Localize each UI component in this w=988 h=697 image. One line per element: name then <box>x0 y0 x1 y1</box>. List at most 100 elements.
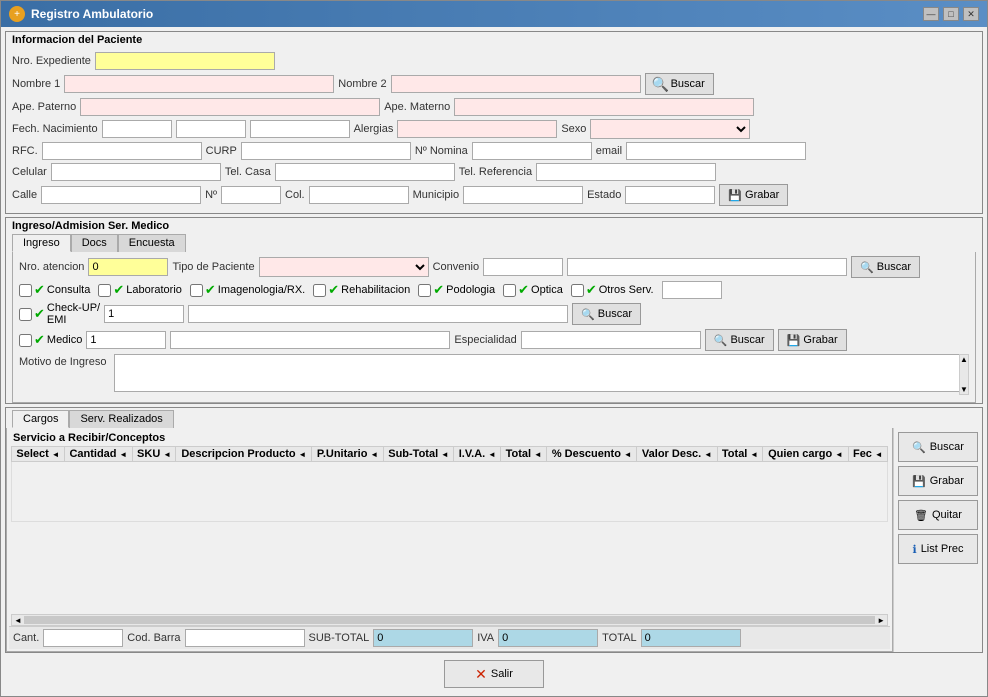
municipio-input[interactable] <box>463 186 583 204</box>
motivo-scrollbar[interactable]: ▲ ▼ <box>959 354 969 395</box>
optica-item[interactable]: ✔ Optica <box>503 282 563 298</box>
col-desc[interactable]: Descripcion Producto ◄ <box>176 447 312 462</box>
table-container[interactable]: Select ◄ Cantidad ◄ SKU ◄ Descripcion Pr… <box>11 446 888 614</box>
otros-checkbox[interactable] <box>571 284 584 297</box>
alergias-input[interactable] <box>397 120 557 138</box>
buscar-convenio-button[interactable]: 🔍 Buscar <box>851 256 920 278</box>
fech-d-input[interactable] <box>102 120 172 138</box>
grabar-cargos-button[interactable]: 💾 Grabar <box>898 466 978 496</box>
col-input[interactable] <box>309 186 409 204</box>
ape-paterno-input[interactable] <box>80 98 380 116</box>
consulta-item[interactable]: ✔ Consulta <box>19 282 90 298</box>
tab-serv-realizados[interactable]: Serv. Realizados <box>69 410 173 428</box>
podo-checkbox[interactable] <box>418 284 431 297</box>
fech-y-input[interactable] <box>250 120 350 138</box>
especialidad-input[interactable] <box>521 331 701 349</box>
buscar-cargos-button[interactable]: 🔍 Buscar <box>898 432 978 462</box>
tel-casa-label: Tel. Casa <box>225 166 271 178</box>
list-prec-button[interactable]: ℹ List Prec <box>898 534 978 564</box>
lab-checkbox[interactable] <box>98 284 111 297</box>
col-quien[interactable]: Quien cargo ◄ <box>763 447 848 462</box>
no-input[interactable] <box>221 186 281 204</box>
iva-value[interactable] <box>498 629 598 647</box>
col-cantidad[interactable]: Cantidad ◄ <box>64 447 132 462</box>
search-icon3: 🔍 <box>581 308 595 321</box>
tel-ref-input[interactable] <box>536 163 716 181</box>
ape-materno-input[interactable] <box>454 98 754 116</box>
col-sku[interactable]: SKU ◄ <box>132 447 176 462</box>
quitar-button[interactable]: 🗑 Quitar <box>898 500 978 530</box>
nombre-row: Nombre 1 Nombre 2 🔍 Buscar <box>12 73 976 95</box>
medico-item[interactable]: ✔ Medico <box>19 332 82 348</box>
col-valdesc[interactable]: Valor Desc. ◄ <box>637 447 717 462</box>
medico-name-input[interactable] <box>170 331 450 349</box>
subtotal-value[interactable] <box>373 629 473 647</box>
tel-casa-input[interactable] <box>275 163 455 181</box>
scroll-up[interactable]: ▲ <box>960 355 968 364</box>
nomina-input[interactable] <box>472 142 592 160</box>
podo-item[interactable]: ✔ Podologia <box>418 282 495 298</box>
consulta-checkbox[interactable] <box>19 284 32 297</box>
col-total[interactable]: Total ◄ <box>501 447 547 462</box>
tipo-paciente-select[interactable] <box>259 257 429 277</box>
cant-footer-input[interactable] <box>43 629 123 647</box>
col-select[interactable]: Select ◄ <box>12 447 65 462</box>
rehab-checkbox[interactable] <box>313 284 326 297</box>
motivo-textarea[interactable] <box>114 354 969 392</box>
imagen-checkbox[interactable] <box>190 284 203 297</box>
tab-cargos[interactable]: Cargos <box>12 410 69 428</box>
table-row <box>12 462 888 522</box>
lab-item[interactable]: ✔ Laboratorio <box>98 282 182 298</box>
imagen-item[interactable]: ✔ Imagenologia/RX. <box>190 282 305 298</box>
nro-atencion-input[interactable] <box>88 258 168 276</box>
convenio-input[interactable] <box>483 258 563 276</box>
tab-encuesta[interactable]: Encuesta <box>118 234 186 252</box>
rehab-item[interactable]: ✔ Rehabilitacion <box>313 282 410 298</box>
col-iva[interactable]: I.V.A. ◄ <box>454 447 501 462</box>
optica-checkbox[interactable] <box>503 284 516 297</box>
scroll-right[interactable]: ► <box>875 616 887 625</box>
checkup-item[interactable]: ✔ Check-UP/EMI <box>19 302 100 326</box>
salir-button[interactable]: ✕ Salir <box>444 660 544 688</box>
nombre1-input[interactable] <box>64 75 334 93</box>
nombre2-input[interactable] <box>391 75 641 93</box>
col-total2[interactable]: Total ◄ <box>717 447 763 462</box>
minimize-button[interactable]: — <box>923 7 939 21</box>
cod-barra-input[interactable] <box>185 629 305 647</box>
buscar-checkup-button[interactable]: 🔍 Buscar <box>572 303 641 325</box>
celular-input[interactable] <box>51 163 221 181</box>
maximize-button[interactable]: □ <box>943 7 959 21</box>
tab-docs[interactable]: Docs <box>71 234 118 252</box>
scroll-left[interactable]: ◄ <box>12 616 24 625</box>
horiz-scrollbar[interactable]: ◄ ► <box>11 614 888 626</box>
checkup-checkbox[interactable] <box>19 308 32 321</box>
fech-m-input[interactable] <box>176 120 246 138</box>
estado-input[interactable] <box>625 186 715 204</box>
calle-input[interactable] <box>41 186 201 204</box>
rfc-input[interactable] <box>42 142 202 160</box>
scroll-down[interactable]: ▼ <box>960 385 968 394</box>
sexo-select[interactable] <box>590 119 750 139</box>
email-input[interactable] <box>626 142 806 160</box>
buscar-button[interactable]: 🔍 Buscar <box>645 73 714 95</box>
col-fec[interactable]: Fec ◄ <box>848 447 887 462</box>
col-punit[interactable]: P.Unitario ◄ <box>312 447 383 462</box>
col-subtotal[interactable]: Sub-Total ◄ <box>383 447 454 462</box>
admission-section-title: Ingreso/Admision Ser. Medico <box>6 218 982 234</box>
buscar-medico-button[interactable]: 🔍 Buscar <box>705 329 774 351</box>
otros-item[interactable]: ✔ Otros Serv. <box>571 282 654 298</box>
checkup-value-input[interactable] <box>104 305 184 323</box>
total-value[interactable] <box>641 629 741 647</box>
grabar-patient-button[interactable]: 💾 Grabar <box>719 184 788 206</box>
tab-ingreso[interactable]: Ingreso <box>12 234 71 252</box>
col-descpct[interactable]: % Descuento ◄ <box>547 447 637 462</box>
medico-checkbox[interactable] <box>19 334 32 347</box>
convenio-name-input[interactable] <box>567 258 847 276</box>
expediente-input[interactable] <box>95 52 275 70</box>
grabar-admission-button[interactable]: 💾 Grabar <box>778 329 847 351</box>
otros-input[interactable] <box>662 281 722 299</box>
curp-input[interactable] <box>241 142 411 160</box>
medico-value-input[interactable] <box>86 331 166 349</box>
checkup-name-input[interactable] <box>188 305 568 323</box>
close-button[interactable]: ✕ <box>963 7 979 21</box>
